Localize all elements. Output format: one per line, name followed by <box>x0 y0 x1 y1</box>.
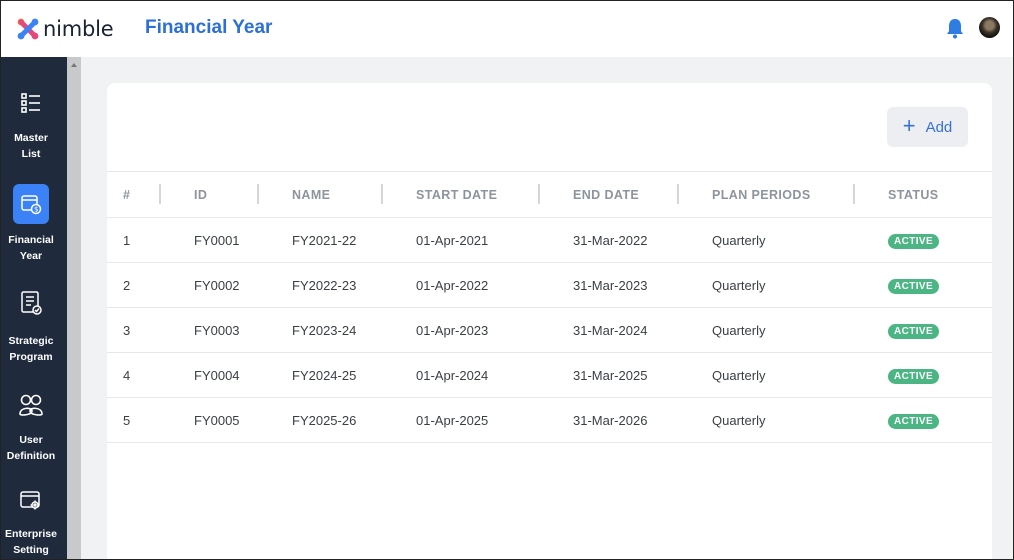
column-header-name[interactable]: NAME <box>259 171 383 218</box>
row-start-date: 01-Apr-2024 <box>383 352 540 398</box>
row-end-date: 31-Mar-2025 <box>540 352 679 398</box>
status-badge: ACTIVE <box>888 323 940 339</box>
sidebar-item-label: Strategic Program <box>8 335 54 363</box>
table-row[interactable]: 5 FY0005 FY2025-26 01-Apr-2025 31-Mar-20… <box>107 397 992 443</box>
row-start-date: 01-Apr-2025 <box>383 397 540 443</box>
sidebar-item-label: Master List <box>14 132 48 160</box>
table-row[interactable]: 3 FY0003 FY2023-24 01-Apr-2023 31-Mar-20… <box>107 307 992 353</box>
row-end-date: 31-Mar-2026 <box>540 397 679 443</box>
sidebar-item-label: User Definition <box>6 434 56 462</box>
row-id: FY0005 <box>161 397 259 443</box>
row-name: FY2021-22 <box>259 217 383 263</box>
table-row[interactable]: 1 FY0001 FY2021-22 01-Apr-2021 31-Mar-20… <box>107 217 992 263</box>
sidebar-item-label: Enterprise Setting <box>5 528 57 556</box>
table-row[interactable]: 2 FY0002 FY2022-23 01-Apr-2022 31-Mar-20… <box>107 262 992 308</box>
user-avatar[interactable] <box>979 17 1000 38</box>
sidebar-item-financial-year[interactable]: $ Financial Year <box>1 182 67 272</box>
page-title: Financial Year <box>145 17 273 38</box>
row-plan-periods: Quarterly <box>679 397 855 443</box>
calendar-dollar-icon: $ <box>13 184 49 224</box>
row-name: FY2023-24 <box>259 307 383 353</box>
row-status: ACTIVE <box>855 307 992 353</box>
row-status: ACTIVE <box>855 352 992 398</box>
notification-bell-icon[interactable] <box>945 17 965 39</box>
add-button[interactable]: + Add <box>887 107 968 147</box>
row-end-date: 31-Mar-2022 <box>540 217 679 263</box>
table-row[interactable]: 4 FY0004 FY2024-25 01-Apr-2024 31-Mar-20… <box>107 352 992 398</box>
row-number: 4 <box>107 352 161 398</box>
row-id: FY0003 <box>161 307 259 353</box>
sidebar-item-master-list[interactable]: Master List <box>1 75 67 165</box>
sidebar-item-user-definition[interactable]: User Definition <box>1 381 67 471</box>
row-number: 2 <box>107 262 161 308</box>
nimble-logo[interactable]: nimble <box>17 17 114 41</box>
financial-year-table: # ID NAME START DATE END DATE PLAN PERIO… <box>107 171 992 443</box>
column-header-status[interactable]: STATUS <box>855 171 992 218</box>
row-status: ACTIVE <box>855 217 992 263</box>
row-number: 1 <box>107 217 161 263</box>
row-number: 5 <box>107 397 161 443</box>
row-start-date: 01-Apr-2022 <box>383 262 540 308</box>
users-icon <box>13 385 49 425</box>
top-bar: nimble Financial Year <box>1 1 1013 57</box>
logo-text: nimble <box>43 17 114 41</box>
scroll-up-arrow-icon[interactable] <box>71 63 77 67</box>
status-badge: ACTIVE <box>888 278 940 294</box>
sidebar: Master List $ Financial Year Strategic P… <box>1 57 67 559</box>
row-status: ACTIVE <box>855 262 992 308</box>
add-button-label: Add <box>925 118 953 136</box>
row-plan-periods: Quarterly <box>679 307 855 353</box>
row-id: FY0002 <box>161 262 259 308</box>
row-end-date: 31-Mar-2024 <box>540 307 679 353</box>
sidebar-item-enterprise-setting[interactable]: Enterprise Setting <box>1 479 67 559</box>
column-header-start-date[interactable]: START DATE <box>383 171 540 218</box>
row-id: FY0001 <box>161 217 259 263</box>
row-start-date: 01-Apr-2021 <box>383 217 540 263</box>
column-header-plan-periods[interactable]: PLAN PERIODS <box>679 171 855 218</box>
row-name: FY2025-26 <box>259 397 383 443</box>
row-end-date: 31-Mar-2023 <box>540 262 679 308</box>
table-header-row: # ID NAME START DATE END DATE PLAN PERIO… <box>107 171 992 218</box>
row-name: FY2024-25 <box>259 352 383 398</box>
status-badge: ACTIVE <box>888 413 940 429</box>
row-plan-periods: Quarterly <box>679 262 855 308</box>
status-badge: ACTIVE <box>888 368 940 384</box>
checklist-icon <box>13 283 49 323</box>
column-header-number[interactable]: # <box>107 171 161 218</box>
row-status: ACTIVE <box>855 397 992 443</box>
row-id: FY0004 <box>161 352 259 398</box>
vertical-scrollbar[interactable] <box>67 57 81 559</box>
column-header-end-date[interactable]: END DATE <box>540 171 679 218</box>
logo-mark-icon <box>17 18 39 40</box>
row-start-date: 01-Apr-2023 <box>383 307 540 353</box>
status-badge: ACTIVE <box>888 233 940 249</box>
svg-text:$: $ <box>34 206 38 214</box>
row-name: FY2022-23 <box>259 262 383 308</box>
row-number: 3 <box>107 307 161 353</box>
list-icon <box>13 83 49 123</box>
row-plan-periods: Quarterly <box>679 352 855 398</box>
sidebar-item-label: Financial Year <box>8 234 54 262</box>
app-window: nimble Financial Year Master List $ Fina… <box>0 0 1014 560</box>
sidebar-item-strategic-program[interactable]: Strategic Program <box>1 279 67 369</box>
window-gear-icon <box>13 481 49 521</box>
financial-year-card: + Add # ID NAME START DATE END DATE PLAN… <box>107 83 992 559</box>
row-plan-periods: Quarterly <box>679 217 855 263</box>
column-header-id[interactable]: ID <box>161 171 259 218</box>
plus-icon: + <box>902 113 916 138</box>
